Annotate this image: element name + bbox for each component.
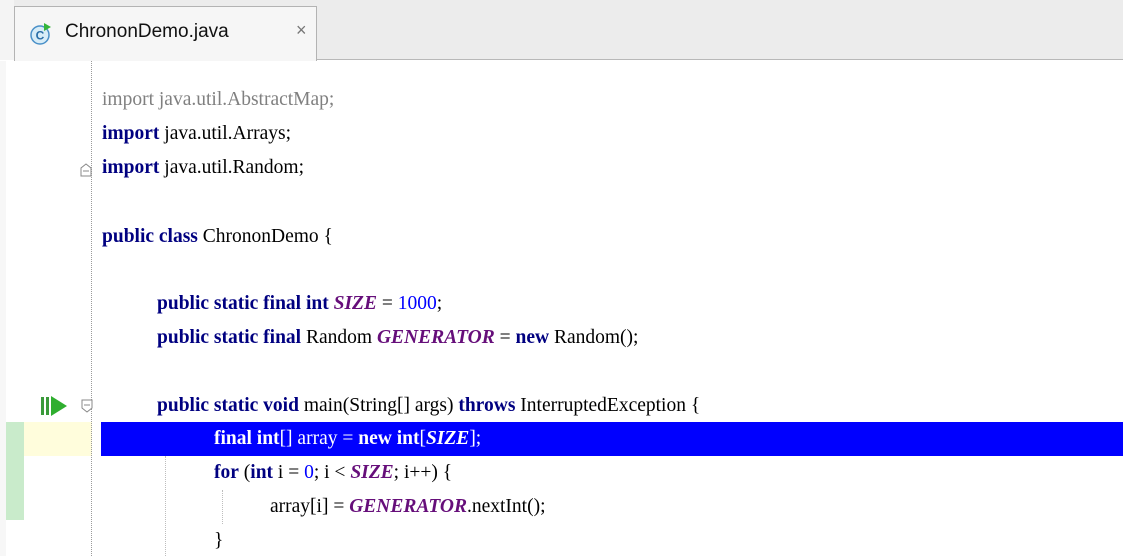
code-line-13: array[i] = GENERATOR.nextInt();: [270, 496, 546, 517]
current-line-gutter: [24, 422, 92, 456]
code-line-14: }: [214, 530, 224, 551]
code-line-10: public static void main(String[] args) t…: [157, 395, 701, 416]
gutter-separator: [91, 61, 92, 556]
svg-text:C: C: [36, 29, 45, 43]
code-line-2: import java.util.Arrays;: [102, 123, 291, 144]
indent-guide: [165, 456, 166, 556]
code-line-3: import java.util.Random;: [102, 157, 305, 178]
java-class-icon: C: [30, 23, 51, 45]
fold-end-icon[interactable]: [80, 163, 92, 177]
run-main-icon[interactable]: [40, 395, 78, 417]
code-line-7: public static final int SIZE = 1000;: [157, 293, 443, 314]
code-editor[interactable]: import java.util.AbstractMap; import jav…: [0, 0, 1123, 556]
close-icon[interactable]: ×: [296, 20, 307, 41]
editor-tab-bar: C ChrononDemo.java ×: [0, 0, 1123, 61]
tab-filename: ChrononDemo.java: [65, 21, 229, 42]
code-line-8: public static final Random GENERATOR = n…: [157, 327, 639, 348]
fold-start-icon[interactable]: [81, 399, 93, 413]
indent-guide: [222, 490, 223, 524]
tab-chronondemo-java[interactable]: C ChrononDemo.java ×: [14, 6, 317, 61]
code-line-5: public class ChrononDemo {: [102, 226, 333, 247]
code-line-12: for (int i = 0; i < SIZE; i++) {: [214, 462, 453, 483]
code-line-1: import java.util.AbstractMap;: [102, 89, 335, 110]
tab-bar-edge: [0, 0, 14, 60]
vcs-change-marker[interactable]: [6, 422, 24, 520]
execution-point-highlight: [101, 422, 1123, 456]
